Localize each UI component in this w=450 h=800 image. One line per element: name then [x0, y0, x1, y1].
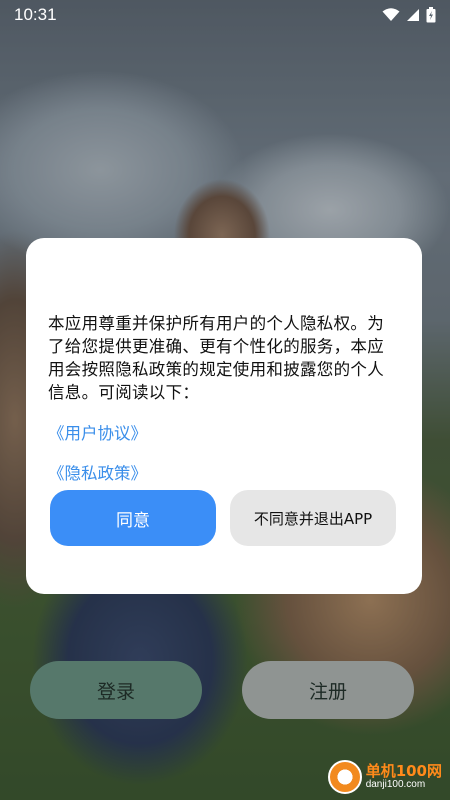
wifi-icon [382, 8, 400, 22]
watermark-domain: danji100.com [365, 778, 426, 790]
privacy-policy-link[interactable]: 《隐私政策》 [48, 460, 400, 484]
watermark-name: 单机100网 [365, 761, 442, 780]
privacy-message: 本应用尊重并保护所有用户的个人隐私权。为了给您提供更准确、更有个性化的服务，本应… [48, 314, 384, 402]
site-watermark: 单机100网 danji100.com [327, 760, 442, 794]
watermark-text: 单机100网 danji100.com [365, 761, 442, 790]
battery-charging-icon [426, 7, 436, 23]
agree-button[interactable]: 同意 [50, 490, 216, 546]
register-button[interactable]: 注册 [242, 661, 414, 719]
dialog-actions: 同意 不同意并退出APP [26, 490, 422, 546]
watermark-logo-icon [327, 760, 362, 794]
status-icons [382, 7, 436, 23]
status-time: 10:31 [14, 5, 57, 24]
signal-icon [406, 8, 420, 22]
disagree-exit-button[interactable]: 不同意并退出APP [230, 490, 396, 546]
user-agreement-link[interactable]: 《用户协议》 [48, 420, 400, 444]
login-button[interactable]: 登录 [30, 661, 202, 719]
status-bar: 10:31 [0, 0, 450, 30]
privacy-dialog: 本应用尊重并保护所有用户的个人隐私权。为了给您提供更准确、更有个性化的服务，本应… [26, 238, 422, 594]
